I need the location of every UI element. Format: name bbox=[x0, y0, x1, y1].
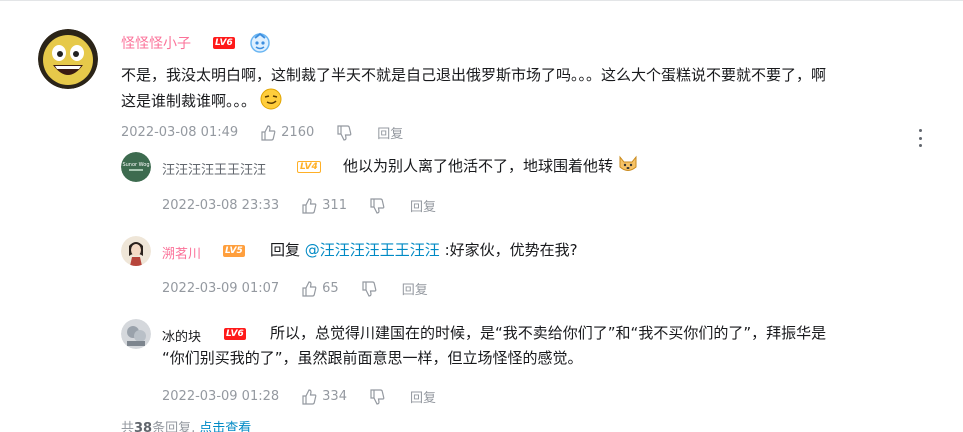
reply-button[interactable]: 回复 bbox=[410, 387, 436, 406]
fan-medal-icon bbox=[247, 31, 273, 55]
avatar[interactable] bbox=[38, 29, 98, 89]
thumbs-down-icon bbox=[362, 280, 377, 297]
level-badge: LV4 bbox=[297, 161, 321, 173]
reply-text-body: 他以为别人离了他活不了，地球围着他转 bbox=[343, 157, 614, 175]
reply-meta: 2022-03-08 23:33 311 回复 bbox=[162, 196, 436, 215]
reply-username[interactable]: 溯茗川 bbox=[162, 243, 201, 262]
level-badge: LV6 bbox=[224, 328, 246, 340]
reply-meta: 2022-03-09 01:07 65 回复 bbox=[162, 279, 428, 298]
avatar[interactable]: Sunor Wog bbox=[121, 152, 151, 182]
reply-meta: 2022-03-09 01:28 334 回复 bbox=[162, 387, 436, 406]
comment-text-line2: 这是谁制裁谁啊。。。 bbox=[121, 92, 257, 110]
avatar[interactable] bbox=[121, 236, 151, 266]
reply-text-line1: 所以，总觉得川建国在的时候，是“我不卖给你们了”和“我不买你们的了”，拜振华是 bbox=[270, 324, 827, 342]
dog-emoji-icon bbox=[617, 153, 639, 183]
dislike-button[interactable] bbox=[369, 197, 385, 214]
like-count: 334 bbox=[322, 389, 347, 404]
comment-meta: 2022-03-08 01:49 2160 回复 bbox=[121, 123, 403, 142]
reply-button[interactable]: 回复 bbox=[377, 123, 403, 142]
level-badge: LV5 bbox=[223, 245, 245, 257]
thumbs-down-icon bbox=[370, 388, 385, 405]
like-button[interactable]: 2160 bbox=[260, 124, 315, 141]
avatar-text: Sunor Wog bbox=[122, 162, 149, 168]
reply-time: 2022-03-09 01:28 bbox=[162, 389, 280, 404]
comment-text-line1: 不是，我没太明白啊，这制裁了半天不就是自己退出俄罗斯市场了吗。。。这么大个蛋糕说… bbox=[121, 66, 827, 84]
thumbs-up-icon bbox=[302, 388, 317, 405]
dislike-button[interactable] bbox=[369, 388, 385, 405]
reply-button[interactable]: 回复 bbox=[410, 196, 436, 215]
reply-time: 2022-03-08 23:33 bbox=[162, 198, 280, 213]
like-count: 311 bbox=[322, 198, 347, 213]
reply-count-footer: 共38条回复, 点击查看 bbox=[121, 417, 251, 432]
thumbs-up-icon bbox=[261, 124, 276, 141]
reply-username[interactable]: 汪汪汪汪王王汪汪 bbox=[162, 159, 266, 178]
reply-text: 所以，总觉得川建国在的时候，是“我不卖给你们了”和“我不买你们的了”，拜振华是 bbox=[270, 321, 950, 346]
reply-prefix: 回复 bbox=[270, 241, 301, 259]
reply-text-body: :好家伙，优势在我? bbox=[444, 241, 578, 259]
dislike-button[interactable] bbox=[336, 124, 352, 141]
thumbs-down-icon bbox=[370, 197, 385, 214]
footer-prefix: 共 bbox=[121, 421, 135, 432]
comment-time: 2022-03-08 01:49 bbox=[121, 125, 239, 140]
like-button[interactable]: 334 bbox=[301, 388, 347, 405]
comment-username[interactable]: 怪怪怪小子 bbox=[121, 33, 191, 53]
reply-count: 38 bbox=[134, 421, 153, 432]
reply-username[interactable]: 冰的块 bbox=[162, 326, 201, 345]
level-badge: LV6 bbox=[213, 37, 235, 49]
mention-link[interactable]: @汪汪汪汪王王汪汪 bbox=[305, 241, 440, 259]
avatar[interactable] bbox=[121, 319, 151, 349]
like-count: 2160 bbox=[281, 125, 315, 140]
like-button[interactable]: 311 bbox=[301, 197, 347, 214]
like-count: 65 bbox=[322, 281, 339, 296]
thumbs-down-icon bbox=[337, 124, 352, 141]
reply-text: 他以为别人离了他活不了，地球围着他转 bbox=[343, 153, 639, 183]
reply-text: 回复 @汪汪汪汪王王汪汪 :好家伙，优势在我? bbox=[270, 238, 578, 263]
top-divider bbox=[0, 0, 963, 1]
more-options-icon[interactable] bbox=[917, 129, 923, 147]
reply-text-continued: “你们别买我的了”，虽然跟前面意思一样，但立场怪怪的感觉。 bbox=[162, 346, 922, 371]
footer-suffix: 条回复, bbox=[152, 421, 196, 432]
like-button[interactable]: 65 bbox=[301, 280, 339, 297]
smirk-emoji-icon bbox=[260, 88, 282, 118]
reply-button[interactable]: 回复 bbox=[402, 279, 428, 298]
thumbs-up-icon bbox=[302, 280, 317, 297]
reply-text-line2: “你们别买我的了”，虽然跟前面意思一样，但立场怪怪的感觉。 bbox=[162, 349, 583, 367]
comment-text: 不是，我没太明白啊，这制裁了半天不就是自己退出俄罗斯市场了吗。。。这么大个蛋糕说… bbox=[121, 63, 933, 118]
thumbs-up-icon bbox=[302, 197, 317, 214]
reply-time: 2022-03-09 01:07 bbox=[162, 281, 280, 296]
view-more-link[interactable]: 点击查看 bbox=[199, 421, 251, 432]
dislike-button[interactable] bbox=[361, 280, 377, 297]
